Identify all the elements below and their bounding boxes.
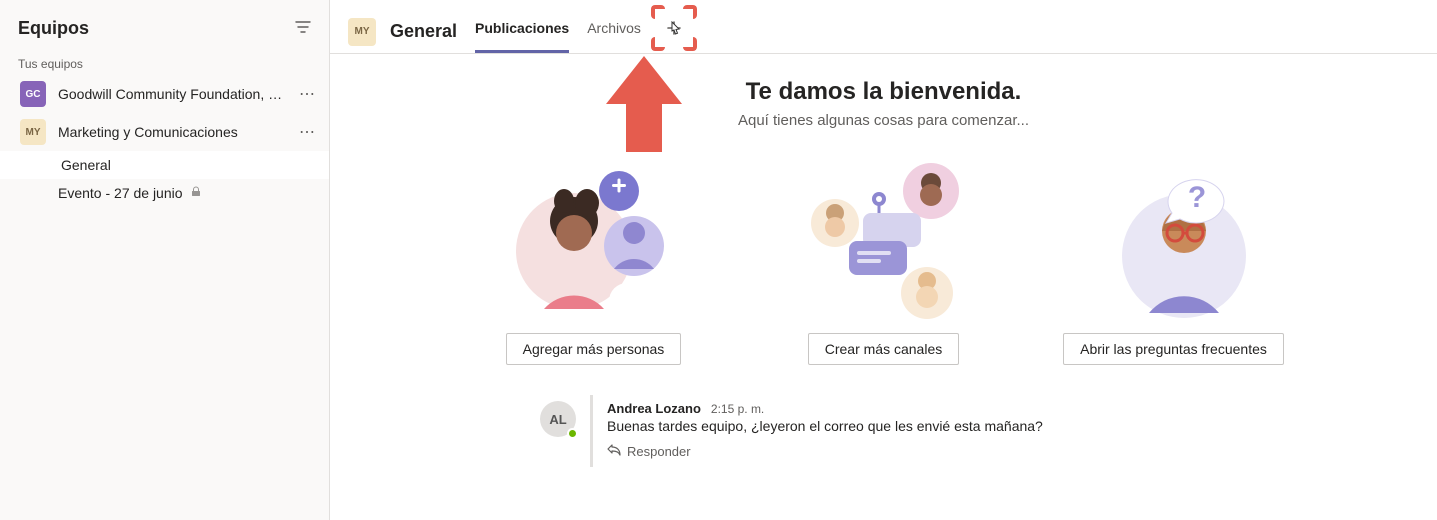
reply-icon	[607, 444, 621, 459]
illustration-channels-icon	[799, 151, 969, 321]
channel-name: General	[61, 157, 111, 173]
main: MY General Publicaciones Archivos	[330, 0, 1437, 520]
message-time: 2:15 p. m.	[711, 402, 764, 416]
welcome-card-faq: ? Abrir las preguntas frecuentes	[1059, 151, 1289, 365]
illustration-people-icon	[509, 151, 679, 321]
more-icon[interactable]: ⋯	[295, 122, 319, 142]
reply-button[interactable]: Responder	[607, 444, 1385, 459]
team-row[interactable]: GC Goodwill Community Foundation, Inc. ⋯	[0, 75, 329, 113]
team-name: Marketing y Comunicaciones	[58, 124, 283, 140]
channel-header: MY General Publicaciones Archivos	[330, 0, 1437, 54]
more-icon[interactable]: ⋯	[295, 84, 319, 104]
welcome-card-people: Agregar más personas	[479, 151, 709, 365]
welcome-subtitle: Aquí tienes algunas cosas para comenzar.…	[384, 112, 1384, 129]
avatar-initials: AL	[549, 412, 566, 427]
team-row[interactable]: MY Marketing y Comunicaciones ⋯	[0, 113, 329, 151]
channel-name: Evento - 27 de junio	[58, 185, 183, 201]
filter-icon[interactable]	[295, 19, 311, 38]
sidebar: Equipos Tus equipos GC Goodwill Communit…	[0, 0, 330, 520]
team-name: Goodwill Community Foundation, Inc.	[58, 86, 283, 102]
welcome-card-channels: Crear más canales	[769, 151, 999, 365]
sidebar-section-label: Tus equipos	[0, 51, 329, 75]
reply-label: Responder	[627, 444, 691, 459]
message-header: Andrea Lozano 2:15 p. m.	[607, 401, 1385, 416]
sidebar-title: Equipos	[18, 18, 89, 39]
team-avatar: GC	[20, 81, 46, 107]
team-avatar: MY	[20, 119, 46, 145]
cursor-icon	[667, 21, 683, 46]
add-tab-button[interactable]	[659, 13, 689, 43]
content: Te damos la bienvenida. Aquí tienes algu…	[330, 54, 1437, 520]
sidebar-header: Equipos	[0, 0, 329, 51]
tabs: Publicaciones Archivos	[475, 10, 689, 53]
message-bubble: Andrea Lozano 2:15 p. m. Buenas tardes e…	[590, 395, 1397, 467]
welcome-cards: Agregar más personas	[384, 151, 1384, 365]
message-avatar[interactable]: AL	[540, 401, 576, 437]
channel-avatar: MY	[348, 18, 376, 46]
add-tab-wrapper	[659, 13, 689, 53]
welcome-section: Te damos la bienvenida. Aquí tienes algu…	[384, 78, 1384, 365]
presence-icon	[567, 428, 578, 439]
channel-row[interactable]: General	[0, 151, 329, 179]
message-text: Buenas tardes equipo, ¿leyeron el correo…	[607, 418, 1385, 434]
channel-row[interactable]: Evento - 27 de junio	[0, 179, 329, 207]
add-people-button[interactable]: Agregar más personas	[506, 333, 682, 365]
tab-files[interactable]: Archivos	[587, 16, 641, 53]
create-channels-button[interactable]: Crear más canales	[808, 333, 960, 365]
open-faq-button[interactable]: Abrir las preguntas frecuentes	[1063, 333, 1284, 365]
illustration-faq-icon: ?	[1089, 151, 1259, 321]
message-author: Andrea Lozano	[607, 401, 701, 416]
lock-icon	[191, 186, 201, 200]
message-row: AL Andrea Lozano 2:15 p. m. Buenas tarde…	[540, 395, 1397, 467]
tab-posts[interactable]: Publicaciones	[475, 16, 569, 53]
welcome-title: Te damos la bienvenida.	[384, 78, 1384, 106]
channel-title: General	[390, 21, 457, 42]
svg-text:?: ?	[1187, 181, 1205, 214]
